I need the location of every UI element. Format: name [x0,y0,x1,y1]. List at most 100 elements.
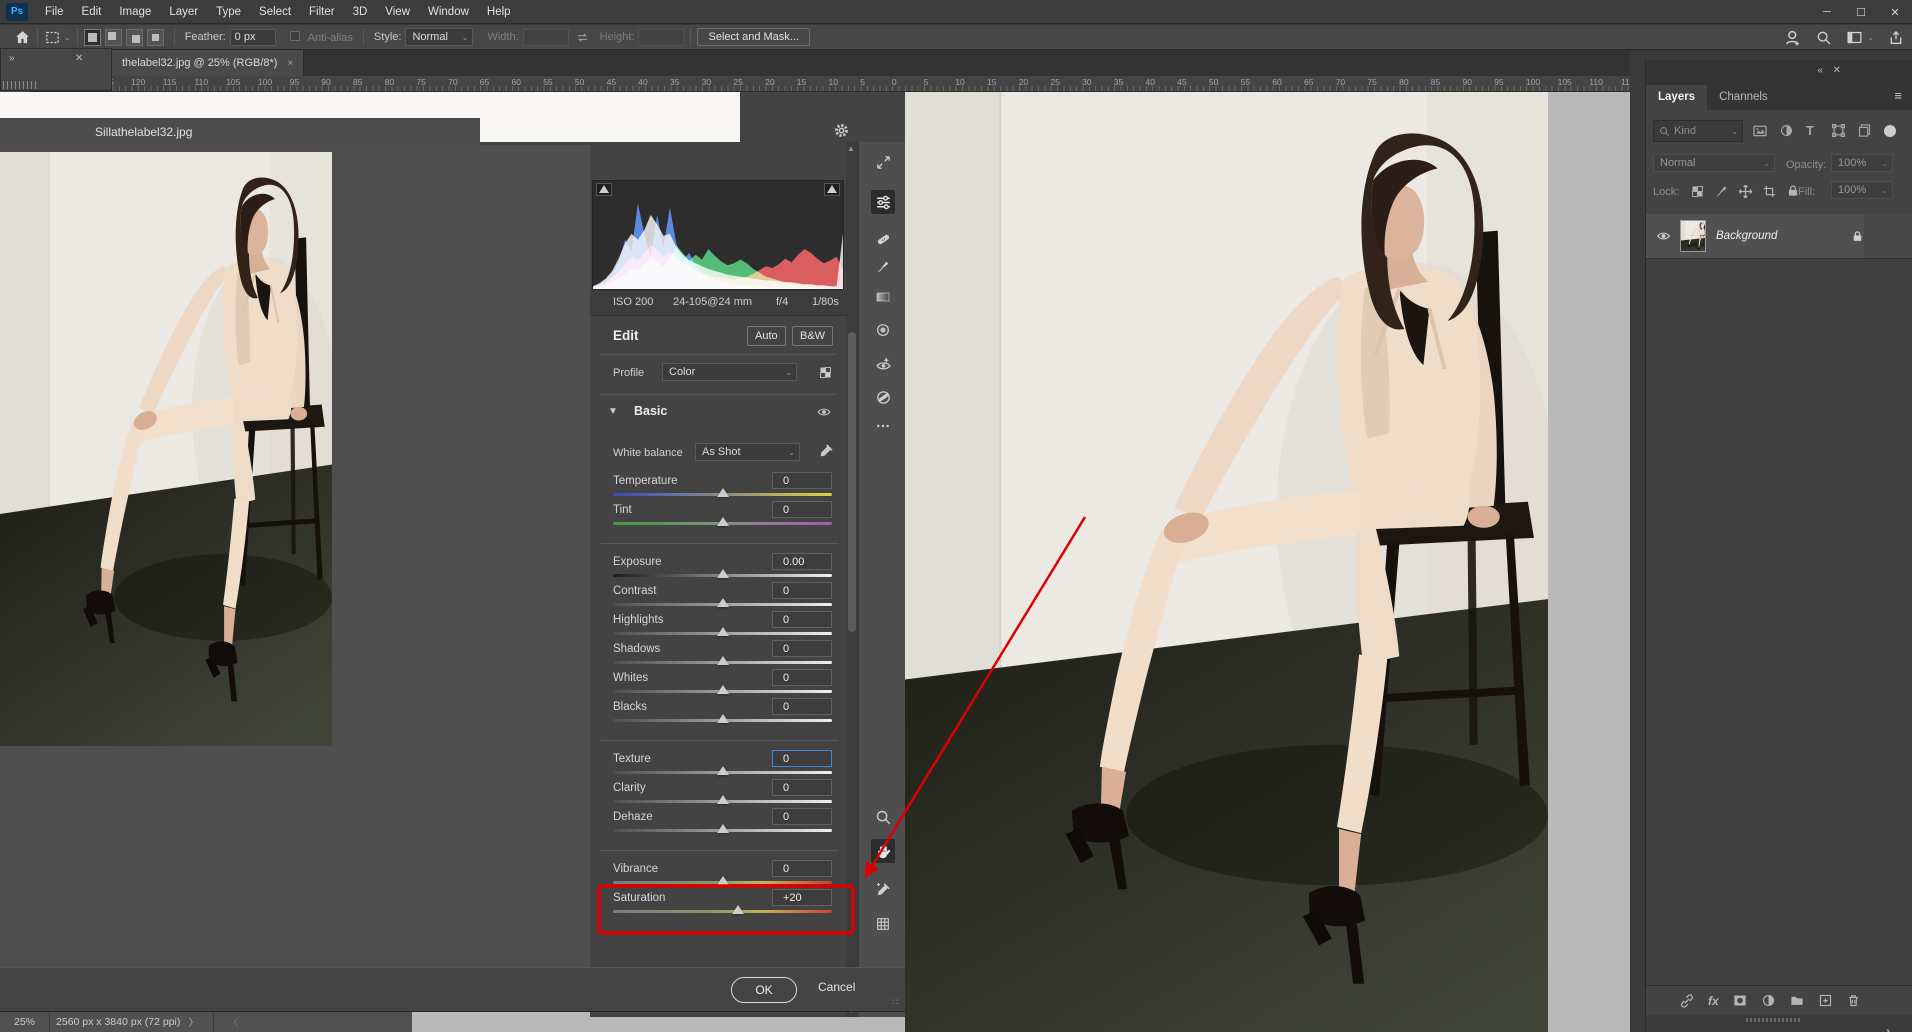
slider-thumb[interactable] [717,714,729,723]
masking-brush-icon[interactable] [871,255,895,279]
layer-row-background[interactable]: Background [1646,214,1864,258]
healing-tool-icon[interactable] [871,227,895,251]
filter-toggle-icon[interactable] [1884,125,1896,137]
slider-thumb[interactable] [717,876,729,885]
menu-help[interactable]: Help [478,0,520,23]
feather-input[interactable] [230,29,276,46]
new-layer-icon[interactable] [1818,993,1833,1008]
share-icon[interactable] [1888,30,1904,46]
menu-view[interactable]: View [376,0,419,23]
layer-name[interactable]: Background [1716,230,1777,242]
collapse-panel-icon[interactable]: « [1817,65,1823,76]
select-and-mask-button[interactable]: Select and Mask... [697,28,810,46]
collapse-arrows-icon[interactable]: » [9,53,14,64]
new-group-icon[interactable] [1789,993,1805,1008]
slider-value-input[interactable]: 0 [772,472,832,489]
slider-value-input[interactable]: 0.00 [772,553,832,570]
menu-type[interactable]: Type [207,0,250,23]
lock-pixels-icon[interactable] [1714,184,1729,199]
gear-icon[interactable] [833,122,850,139]
slider-value-input[interactable]: 0 [772,698,832,715]
slider-thumb[interactable] [717,795,729,804]
menu-layer[interactable]: Layer [160,0,207,23]
menu-window[interactable]: Window [419,0,478,23]
slider-thumb[interactable] [732,905,744,914]
home-icon[interactable] [14,29,31,46]
slider-value-input[interactable]: 0 [772,779,832,796]
lock-transparency-icon[interactable] [1690,184,1705,199]
settings-scrollbar[interactable]: ▲ ▼ [846,142,858,1017]
slider-thumb[interactable] [717,517,729,526]
width-input[interactable] [523,29,569,46]
tab-channels[interactable]: Channels [1707,85,1780,110]
eye-icon[interactable] [816,405,832,419]
basic-section-header[interactable]: ▼ Basic [590,402,846,428]
slider-thumb[interactable] [717,824,729,833]
slider-value-input[interactable]: 0 [772,750,832,767]
slider-value-input[interactable]: 0 [772,669,832,686]
selection-add-icon[interactable] [105,29,122,46]
opacity-select[interactable]: 100%⌄ [1831,154,1893,172]
panel-resize-grip[interactable] [1746,1018,1802,1022]
close-panel-icon[interactable]: ✕ [1833,65,1841,76]
filter-smart-object-icon[interactable] [1857,123,1872,138]
grid-overlay-icon[interactable] [871,912,895,936]
slider-value-input[interactable]: +20 [772,889,832,906]
white-balance-select[interactable]: As Shot⌄ [695,443,800,461]
fill-select[interactable]: 100%⌄ [1831,181,1893,199]
layer-filter-select[interactable]: Kind ⌄ [1653,120,1743,142]
highlight-clipping-icon[interactable] [824,183,840,196]
fullscreen-icon[interactable] [871,150,895,174]
hand-tool-icon[interactable] [871,839,895,863]
menu-select[interactable]: Select [250,0,300,23]
graduated-filter-icon[interactable] [871,285,895,309]
slider-value-input[interactable]: 0 [772,611,832,628]
layer-visibility-eye-icon[interactable] [1655,229,1672,243]
menu-edit[interactable]: Edit [73,0,111,23]
filter-adjustment-icon[interactable] [1779,123,1794,138]
lock-artboard-icon[interactable] [1762,184,1777,199]
bw-button[interactable]: B&W [792,326,833,346]
marquee-tool-icon[interactable]: ⌄ [44,29,71,46]
maximize-button[interactable]: ☐ [1844,0,1878,24]
zoom-level-field[interactable]: 25% [0,1016,43,1028]
slider-thumb[interactable] [717,656,729,665]
zoom-tool-icon[interactable] [871,805,895,829]
spot-removal-icon[interactable] [871,385,895,409]
selection-intersect-icon[interactable] [147,29,164,46]
layer-lock-icon[interactable] [1851,230,1864,243]
white-balance-picker-icon[interactable] [871,877,895,901]
red-eye-icon[interactable] [871,352,895,376]
menu-image[interactable]: Image [110,0,160,23]
search-icon[interactable] [1816,30,1832,46]
filter-shape-icon[interactable] [1831,123,1846,138]
slider-value-input[interactable]: 0 [772,860,832,877]
link-layers-icon[interactable] [1679,993,1695,1009]
filter-image-icon[interactable] [1752,123,1768,139]
profile-select[interactable]: Color⌄ [662,363,797,381]
cancel-button[interactable]: Cancel [818,980,855,994]
blend-mode-select[interactable]: Normal⌄ [1653,154,1775,172]
filter-type-icon[interactable]: T [1806,123,1814,138]
layer-effects-icon[interactable]: fx [1708,994,1719,1008]
slider-thumb[interactable] [717,488,729,497]
document-canvas-image[interactable] [905,92,1548,1032]
delete-layer-icon[interactable] [1846,993,1861,1008]
menu-3d[interactable]: 3D [344,0,377,23]
tab-layers[interactable]: Layers [1646,85,1707,110]
slider-value-input[interactable]: 0 [772,640,832,657]
add-mask-icon[interactable] [1732,993,1748,1008]
tab-close-icon[interactable]: × [287,58,293,69]
resize-grip[interactable]: ∷ [892,997,899,1008]
auto-button[interactable]: Auto [747,326,786,346]
selection-subtract-icon[interactable] [126,29,143,46]
lock-position-icon[interactable] [1738,184,1753,199]
anti-alias-checkbox[interactable] [290,31,300,41]
selection-new-icon[interactable] [84,29,101,46]
add-user-icon[interactable] [1784,29,1802,47]
shadow-clipping-icon[interactable] [596,183,612,196]
slider-thumb[interactable] [717,766,729,775]
slider-thumb[interactable] [717,569,729,578]
camera-raw-preview-image[interactable] [0,152,332,746]
edit-tool-icon[interactable] [871,190,895,214]
